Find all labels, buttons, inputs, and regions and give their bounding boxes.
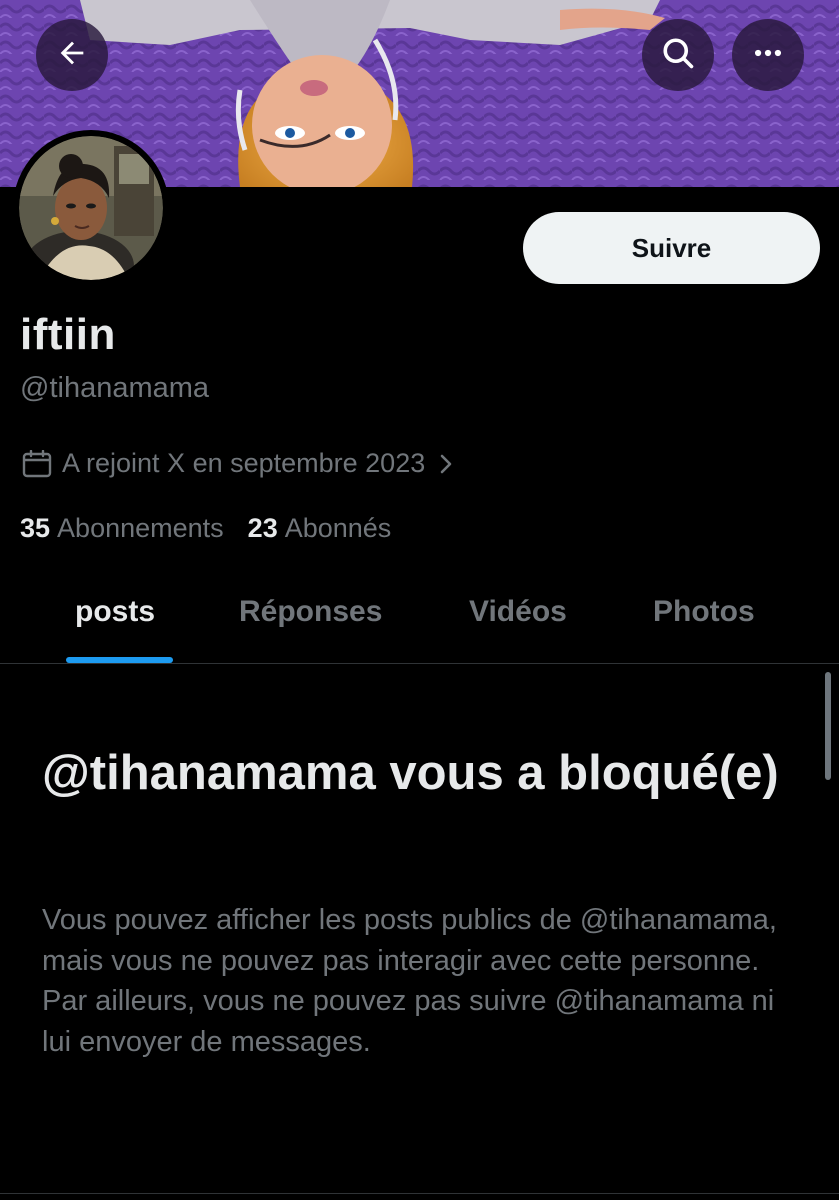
arrow-left-icon <box>55 36 89 75</box>
tab-posts[interactable]: posts <box>75 595 155 629</box>
profile-tabs: posts Réponses Vidéos Photos <box>0 570 839 664</box>
tab-photos[interactable]: Photos <box>653 595 755 629</box>
follow-stats: 35 Abonnements 23 Abonnés <box>20 513 415 544</box>
user-handle: @tihanamama <box>20 372 210 404</box>
followers-stat[interactable]: 23 Abonnés <box>248 513 392 544</box>
avatar[interactable] <box>13 130 169 286</box>
tab-videos[interactable]: Vidéos <box>469 595 567 629</box>
chevron-right-icon <box>439 453 453 475</box>
active-tab-indicator <box>66 657 173 663</box>
following-count: 35 <box>20 513 51 543</box>
followers-label: Abonnés <box>284 513 392 543</box>
joined-date-text: A rejoint X en septembre 2023 <box>62 448 426 478</box>
followers-count: 23 <box>247 513 278 543</box>
more-horizontal-icon <box>751 36 785 75</box>
avatar-image <box>19 136 163 280</box>
following-label: Abonnements <box>57 513 224 543</box>
search-button[interactable] <box>642 19 714 91</box>
blocked-description: Vous pouvez afficher les posts publics d… <box>42 904 777 1058</box>
display-name: iftiin <box>20 310 116 359</box>
more-options-button[interactable] <box>732 19 804 91</box>
back-button[interactable] <box>36 19 108 91</box>
search-icon <box>660 35 696 76</box>
calendar-icon <box>22 449 52 478</box>
scrollbar[interactable] <box>825 672 831 780</box>
divider <box>0 1193 839 1194</box>
following-stat[interactable]: 35 Abonnements <box>20 513 224 544</box>
joined-date-row[interactable]: A rejoint X en septembre 2023 <box>22 448 453 479</box>
blocked-title: @tihanamama vous a bloqué(e) <box>42 746 779 800</box>
tab-replies[interactable]: Réponses <box>239 595 382 629</box>
follow-button[interactable]: Suivre <box>523 212 820 284</box>
